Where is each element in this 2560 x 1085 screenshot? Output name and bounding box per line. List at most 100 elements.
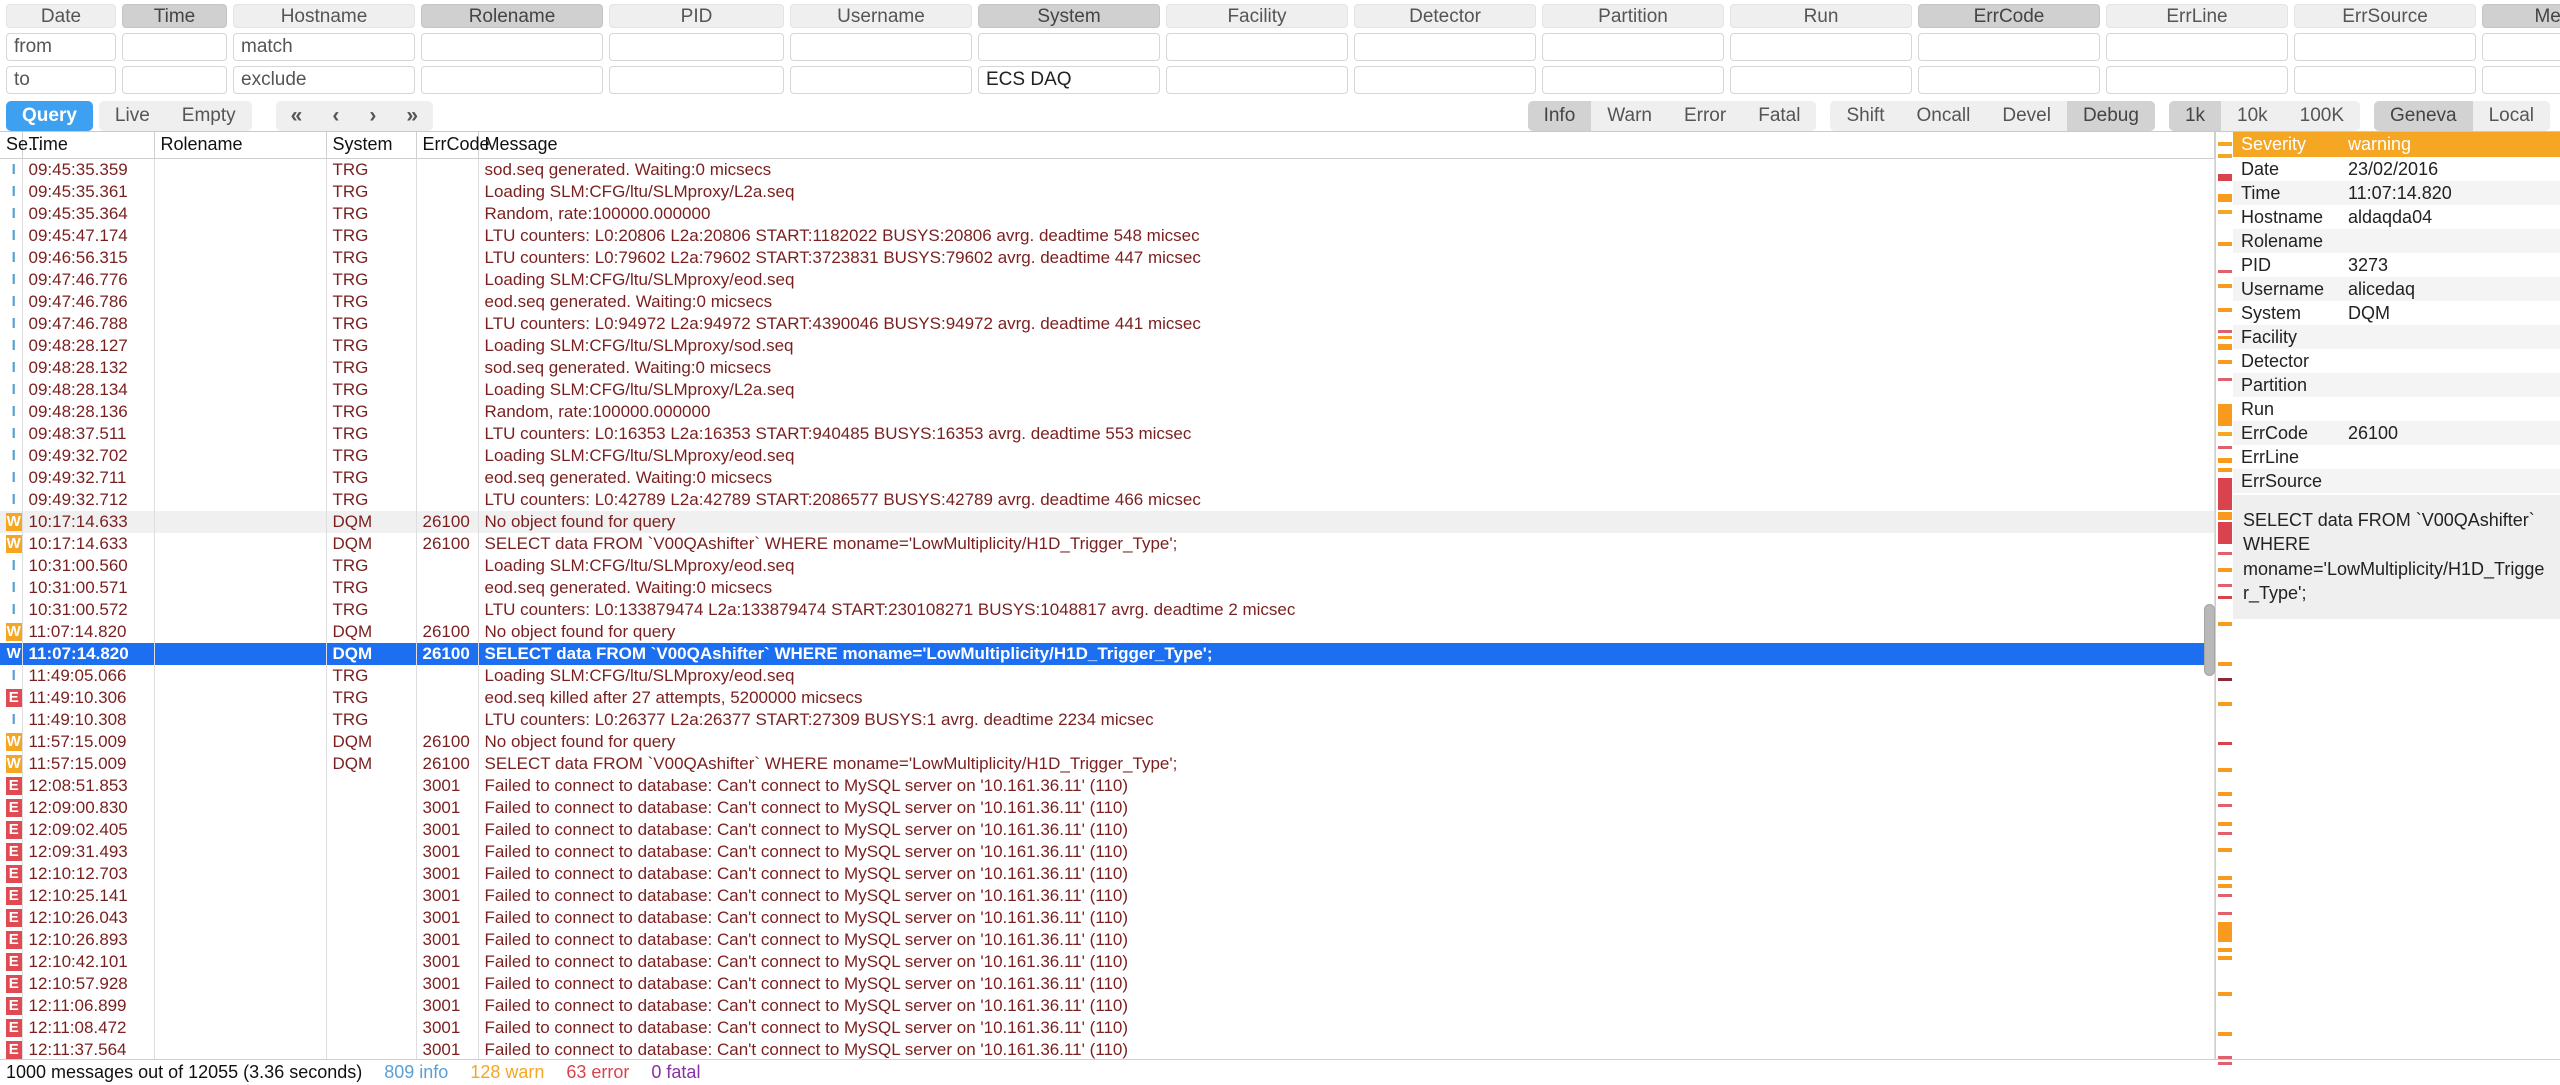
log-row[interactable]: I 09:47:46.788 TRG LTU counters: L0:94972 L… bbox=[0, 313, 2215, 335]
log-row[interactable]: I 09:45:35.361 TRG Loading SLM:CFG/ltu/SLMp… bbox=[0, 181, 2215, 203]
log-row[interactable]: I 09:48:37.511 TRG LTU counters: L0:16353 L… bbox=[0, 423, 2215, 445]
filter-input-username-row2[interactable] bbox=[790, 66, 972, 94]
log-row[interactable]: E 12:10:42.101 3001 Failed to connect to da… bbox=[0, 951, 2215, 973]
status-warn-count[interactable]: 128 warn bbox=[470, 1062, 544, 1083]
filter-column-header-detector[interactable]: Detector bbox=[1354, 4, 1536, 28]
filter-column-header-run[interactable]: Run bbox=[1730, 4, 1912, 28]
log-column-header-0[interactable]: Se... bbox=[0, 132, 43, 159]
log-row[interactable]: E 12:11:37.564 3001 Failed to connect to da… bbox=[0, 1039, 2215, 1059]
filter-column-header-rolename[interactable]: Rolename bbox=[421, 4, 603, 28]
log-row[interactable]: E 12:09:00.830 3001 Failed to connect to da… bbox=[0, 797, 2215, 819]
filter-column-header-message[interactable]: Message bbox=[2482, 4, 2560, 28]
status-fatal-count[interactable]: 0 fatal bbox=[651, 1062, 700, 1083]
severity-filter-error-button[interactable]: Error bbox=[1667, 101, 1743, 131]
filter-input-rolename-row2[interactable] bbox=[421, 66, 603, 94]
log-row[interactable]: E 12:11:08.472 3001 Failed to connect to da… bbox=[0, 1017, 2215, 1039]
query-button[interactable]: Query bbox=[6, 101, 93, 131]
filter-input-run-row1[interactable] bbox=[1730, 33, 1912, 61]
filter-input-hostname-row2[interactable] bbox=[233, 66, 415, 94]
audience-filter-devel-button[interactable]: Devel bbox=[1986, 101, 2067, 131]
log-row[interactable]: E 12:10:26.893 3001 Failed to connect to da… bbox=[0, 929, 2215, 951]
log-column-header-5[interactable]: Message bbox=[478, 132, 2215, 159]
filter-input-username-row1[interactable] bbox=[790, 33, 972, 61]
filter-column-header-system[interactable]: System bbox=[978, 4, 1160, 28]
log-row[interactable]: I 09:48:28.134 TRG Loading SLM:CFG/ltu/SLMp… bbox=[0, 379, 2215, 401]
filter-input-date-row1[interactable] bbox=[6, 33, 116, 61]
log-row[interactable]: I 09:48:28.132 TRG sod.seq generated. Waiti… bbox=[0, 357, 2215, 379]
minimap-scroll-thumb[interactable] bbox=[2204, 604, 2215, 676]
log-row[interactable]: I 09:48:28.127 TRG Loading SLM:CFG/ltu/SLMp… bbox=[0, 335, 2215, 357]
empty-button[interactable]: Empty bbox=[165, 101, 252, 131]
filter-input-errline-row1[interactable] bbox=[2106, 33, 2288, 61]
log-column-header-1[interactable]: Time bbox=[22, 132, 155, 159]
log-row[interactable]: I 09:45:35.364 TRG Random, rate:100000.0000… bbox=[0, 203, 2215, 225]
first-page-button[interactable]: « bbox=[275, 101, 318, 131]
severity-filter-info-button[interactable]: Info bbox=[1527, 101, 1592, 131]
log-column-header-3[interactable]: System bbox=[326, 132, 417, 159]
log-row[interactable]: E 11:49:10.306 TRG eod.seq killed after 27 … bbox=[0, 687, 2215, 709]
log-row[interactable]: I 09:49:32.712 TRG LTU counters: L0:42789 L… bbox=[0, 489, 2215, 511]
log-row[interactable]: E 12:10:57.928 3001 Failed to connect to da… bbox=[0, 973, 2215, 995]
log-row[interactable]: I 09:49:32.711 TRG eod.seq generated. Waiti… bbox=[0, 467, 2215, 489]
live-button[interactable]: Live bbox=[98, 101, 166, 131]
prev-page-button[interactable]: ‹ bbox=[317, 101, 355, 131]
log-row[interactable]: I 09:46:56.315 TRG LTU counters: L0:79602 L… bbox=[0, 247, 2215, 269]
log-row[interactable]: W 11:57:15.009 DQM 26100 SELECT data FROM `V… bbox=[0, 753, 2215, 775]
filter-input-errsource-row2[interactable] bbox=[2294, 66, 2476, 94]
filter-input-system-row2[interactable] bbox=[978, 66, 1160, 94]
filter-input-run-row2[interactable] bbox=[1730, 66, 1912, 94]
location-filter-local-button[interactable]: Local bbox=[2472, 101, 2550, 131]
log-row[interactable]: E 12:11:06.899 3001 Failed to connect to da… bbox=[0, 995, 2215, 1017]
log-row[interactable]: E 12:09:02.405 3001 Failed to connect to da… bbox=[0, 819, 2215, 841]
filter-column-header-partition[interactable]: Partition bbox=[1542, 4, 1724, 28]
log-row[interactable]: W 11:07:14.820 DQM 26100 SELECT data FROM `V… bbox=[0, 643, 2215, 665]
log-row[interactable]: E 12:10:25.141 3001 Failed to connect to da… bbox=[0, 885, 2215, 907]
status-error-count[interactable]: 63 error bbox=[566, 1062, 629, 1083]
filter-column-header-date[interactable]: Date bbox=[6, 4, 116, 28]
filter-input-errcode-row2[interactable] bbox=[1918, 66, 2100, 94]
limit-filter-100k-button[interactable]: 100K bbox=[2283, 101, 2361, 131]
filter-column-header-username[interactable]: Username bbox=[790, 4, 972, 28]
location-filter-geneva-button[interactable]: Geneva bbox=[2374, 101, 2473, 131]
filter-input-time-row2[interactable] bbox=[122, 66, 227, 94]
limit-filter-1k-button[interactable]: 1k bbox=[2168, 101, 2222, 131]
log-row[interactable]: E 12:10:26.043 3001 Failed to connect to da… bbox=[0, 907, 2215, 929]
filter-input-system-row1[interactable] bbox=[978, 33, 1160, 61]
log-row[interactable]: W 10:17:14.633 DQM 26100 SELECT data FROM `V… bbox=[0, 533, 2215, 555]
filter-input-partition-row2[interactable] bbox=[1542, 66, 1724, 94]
limit-filter-10k-button[interactable]: 10k bbox=[2221, 101, 2284, 131]
audience-filter-oncall-button[interactable]: Oncall bbox=[1900, 101, 1987, 131]
log-column-header-2[interactable]: Rolename bbox=[154, 132, 327, 159]
filter-column-header-facility[interactable]: Facility bbox=[1166, 4, 1348, 28]
log-table-scroll[interactable]: Se... Time Rolename System ErrCode Message I0… bbox=[0, 132, 2215, 1059]
log-row[interactable]: I 09:49:32.702 TRG Loading SLM:CFG/ltu/SLMp… bbox=[0, 445, 2215, 467]
filter-column-header-errsource[interactable]: ErrSource bbox=[2294, 4, 2476, 28]
filter-input-message-row1[interactable] bbox=[2482, 33, 2560, 61]
log-row[interactable]: I 09:47:46.786 TRG eod.seq generated. Waiti… bbox=[0, 291, 2215, 313]
filter-input-errline-row2[interactable] bbox=[2106, 66, 2288, 94]
last-page-button[interactable]: » bbox=[391, 101, 434, 131]
filter-input-pid-row1[interactable] bbox=[609, 33, 784, 61]
log-row[interactable]: I 10:31:00.571 TRG eod.seq generated. Waiti… bbox=[0, 577, 2215, 599]
log-row[interactable]: I 09:45:35.359 TRG sod.seq generated. Waiti… bbox=[0, 158, 2215, 181]
log-column-header-4[interactable]: ErrCode bbox=[416, 132, 490, 159]
filter-column-header-time[interactable]: Time bbox=[122, 4, 227, 28]
filter-column-header-hostname[interactable]: Hostname bbox=[233, 4, 415, 28]
log-row[interactable]: I 10:31:00.572 TRG LTU counters: L0:1338794… bbox=[0, 599, 2215, 621]
log-row[interactable]: I 09:45:47.174 TRG LTU counters: L0:20806 L… bbox=[0, 225, 2215, 247]
log-row[interactable]: E 12:09:31.493 3001 Failed to connect to da… bbox=[0, 841, 2215, 863]
filter-input-errcode-row1[interactable] bbox=[1918, 33, 2100, 61]
filter-input-message-row2[interactable] bbox=[2482, 66, 2560, 94]
filter-input-facility-row1[interactable] bbox=[1166, 33, 1348, 61]
severity-filter-warn-button[interactable]: Warn bbox=[1591, 101, 1668, 131]
severity-minimap-scrollbar[interactable] bbox=[2204, 131, 2233, 1065]
log-row[interactable]: E 12:10:12.703 3001 Failed to connect to da… bbox=[0, 863, 2215, 885]
log-row[interactable]: W 11:07:14.820 DQM 26100 No object found for… bbox=[0, 621, 2215, 643]
filter-input-facility-row2[interactable] bbox=[1166, 66, 1348, 94]
filter-column-header-errline[interactable]: ErrLine bbox=[2106, 4, 2288, 28]
audience-filter-debug-button[interactable]: Debug bbox=[2066, 101, 2155, 131]
log-row[interactable]: I 10:31:00.560 TRG Loading SLM:CFG/ltu/SLMp… bbox=[0, 555, 2215, 577]
filter-input-date-row2[interactable] bbox=[6, 66, 116, 94]
filter-input-detector-row1[interactable] bbox=[1354, 33, 1536, 61]
next-page-button[interactable]: › bbox=[354, 101, 392, 131]
